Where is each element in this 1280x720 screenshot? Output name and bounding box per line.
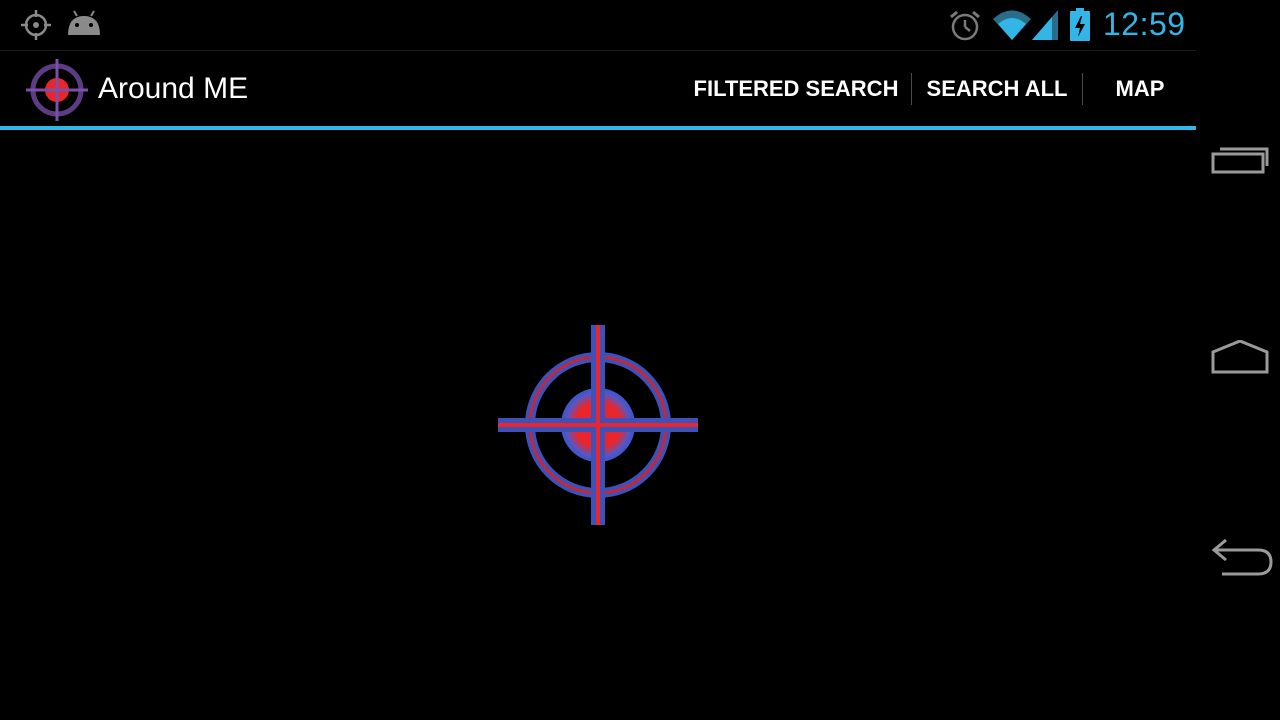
- home-button[interactable]: [1196, 310, 1280, 410]
- main-content: [0, 130, 1196, 720]
- recents-button[interactable]: [1196, 110, 1280, 210]
- screen: 12:59 Around ME FILTERED SEARCH SEARCH A…: [0, 0, 1280, 720]
- action-separator: [1082, 73, 1083, 105]
- filtered-search-button[interactable]: FILTERED SEARCH: [686, 51, 906, 127]
- back-button[interactable]: [1196, 508, 1280, 608]
- location-icon: [18, 8, 54, 47]
- crosshair-logo-icon[interactable]: [24, 57, 90, 128]
- filtered-search-label: FILTERED SEARCH: [693, 76, 899, 101]
- search-all-label: SEARCH ALL: [926, 76, 1068, 101]
- battery-charging-icon: [1068, 7, 1092, 48]
- navigation-bar: [1196, 0, 1280, 720]
- alarm-icon: [948, 9, 982, 48]
- status-bar: 12:59: [0, 0, 1196, 50]
- action-bar: Around ME FILTERED SEARCH SEARCH ALL MAP: [0, 51, 1196, 127]
- signal-icon: [1030, 8, 1060, 47]
- wifi-icon: [991, 8, 1033, 47]
- android-icon: [64, 9, 104, 44]
- search-all-button[interactable]: SEARCH ALL: [913, 51, 1081, 127]
- app-title: Around ME: [98, 72, 249, 105]
- map-label: MAP: [1115, 76, 1165, 101]
- crosshair-target-icon: [498, 325, 698, 530]
- action-separator: [911, 73, 912, 105]
- status-bar-clock: 12:59: [1103, 6, 1186, 42]
- map-button[interactable]: MAP: [1084, 51, 1196, 127]
